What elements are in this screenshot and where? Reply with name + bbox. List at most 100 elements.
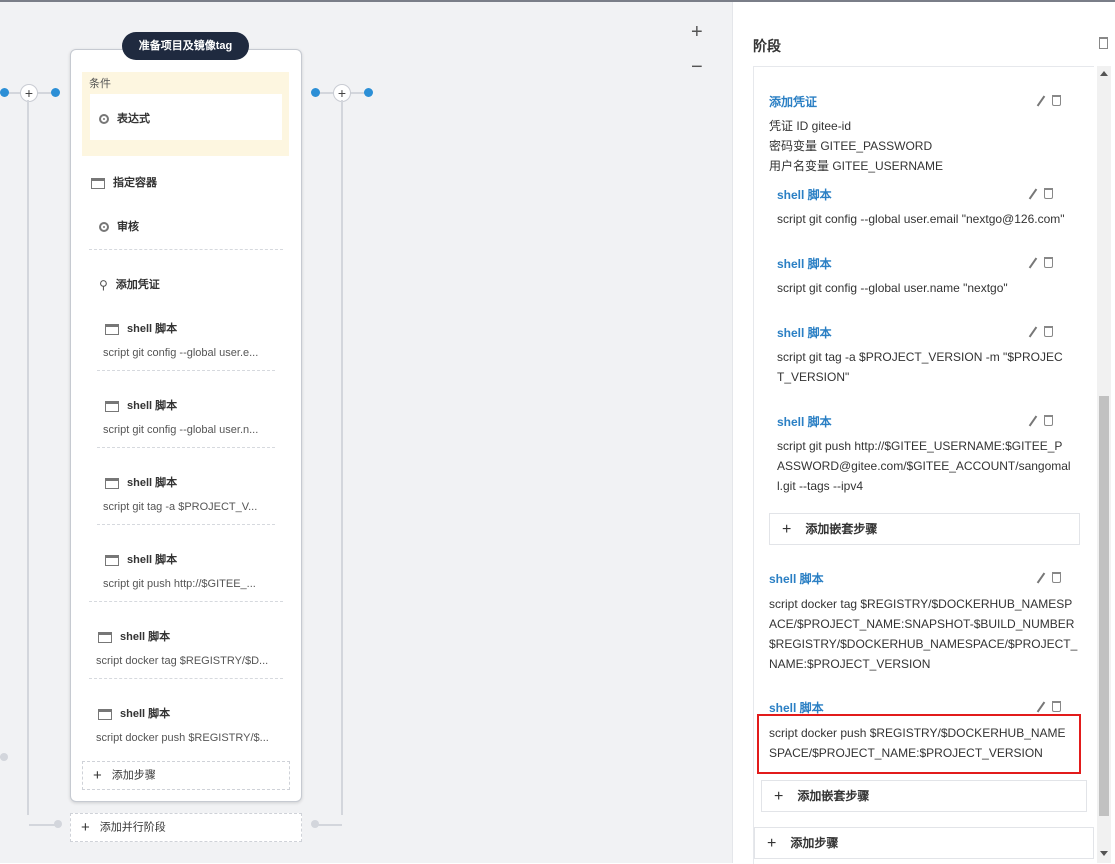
connector-dot	[364, 88, 373, 97]
nested-step-script: T_VERSION"	[777, 370, 850, 384]
nested-step-script: script git config --global user.email "n…	[777, 212, 1065, 226]
plus-icon: +	[782, 520, 792, 538]
plus-icon: +	[774, 787, 784, 805]
edit-icon[interactable]	[1028, 188, 1038, 200]
panel-scrollbar[interactable]	[1097, 66, 1111, 863]
delete-icon[interactable]	[1044, 257, 1053, 269]
step-script: $REGISTRY/$DOCKERHUB_NAMESPACE/$PROJECT_	[769, 637, 1078, 651]
add-step-button[interactable]: + 添加步骤	[82, 761, 290, 790]
container-step[interactable]: 指定容器	[91, 174, 157, 190]
zoom-in-button[interactable]: +	[691, 22, 703, 42]
terminal-icon	[98, 631, 112, 643]
delete-icon[interactable]	[1044, 188, 1053, 200]
divider	[89, 678, 283, 679]
edit-icon[interactable]	[1036, 572, 1046, 584]
connector-line	[316, 824, 342, 826]
nested-step-title[interactable]: shell 脚本	[777, 186, 832, 203]
credential-title[interactable]: 添加凭证	[769, 93, 817, 110]
container-step-label: 指定容器	[113, 177, 157, 189]
edit-icon[interactable]	[1028, 257, 1038, 269]
shell-step-script: script git push http://$GITEE_...	[103, 578, 256, 590]
add-nested-step-button[interactable]: + 添加嵌套步骤	[761, 780, 1087, 812]
add-stage-button[interactable]: +	[20, 84, 38, 102]
delete-stage-icon[interactable]	[1099, 37, 1108, 49]
step-tools	[1036, 699, 1061, 713]
step-tools	[1036, 570, 1061, 584]
delete-icon[interactable]	[1044, 326, 1053, 338]
zoom-out-button[interactable]: −	[691, 57, 703, 77]
credential-step[interactable]: ⚲ 添加凭证	[99, 276, 160, 292]
step-script: ACE/$PROJECT_NAME:SNAPSHOT-$BUILD_NUMBER	[769, 617, 1075, 631]
shell-step-script: script git config --global user.e...	[103, 347, 259, 359]
connector-dot	[54, 820, 62, 828]
nested-step-script: script git tag -a $PROJECT_VERSION -m "$…	[777, 350, 1063, 364]
review-step[interactable]: 审核	[99, 218, 139, 234]
delete-icon[interactable]	[1044, 415, 1053, 427]
condition-expression-item[interactable]: 表达式	[90, 94, 282, 140]
stage-card[interactable]: 条件 表达式 指定容器 审核 ⚲ 添加凭证 shell 脚本 script git…	[70, 49, 302, 802]
step-tools	[1028, 413, 1053, 427]
add-parallel-label: 添加并行阶段	[99, 821, 166, 834]
edit-icon[interactable]	[1036, 95, 1046, 107]
scroll-up-icon[interactable]	[1100, 71, 1108, 76]
shell-step-label: shell 脚本	[120, 708, 171, 720]
condition-item-label: 表达式	[117, 113, 150, 125]
shell-step-script: script git tag -a $PROJECT_V...	[103, 501, 258, 513]
shell-step-title[interactable]: shell 脚本	[105, 551, 177, 567]
shell-step-title[interactable]: shell 脚本	[98, 628, 170, 644]
shell-step-title[interactable]: shell 脚本	[105, 320, 177, 336]
add-nested-step-button[interactable]: + 添加嵌套步骤	[769, 513, 1080, 545]
plus-icon: +	[81, 819, 90, 836]
shell-step-label: shell 脚本	[127, 323, 178, 335]
terminal-icon	[105, 554, 119, 566]
shell-step-title[interactable]: shell 脚本	[98, 705, 170, 721]
shell-step-label: shell 脚本	[127, 554, 178, 566]
terminal-icon	[98, 708, 112, 720]
nested-step-title[interactable]: shell 脚本	[777, 324, 832, 341]
connector-line	[27, 100, 29, 815]
edit-icon[interactable]	[1028, 326, 1038, 338]
delete-icon[interactable]	[1052, 701, 1061, 713]
condition-section[interactable]: 条件 表达式	[82, 72, 289, 156]
step-tools	[1036, 93, 1061, 107]
step-tools	[1028, 186, 1053, 200]
divider	[97, 447, 275, 448]
shell-step-label: shell 脚本	[127, 477, 178, 489]
stage-title[interactable]: 准备项目及镜像tag	[122, 32, 249, 60]
scrollbar-thumb[interactable]	[1099, 396, 1109, 816]
add-parallel-stage-button[interactable]: + 添加并行阶段	[70, 813, 302, 842]
terminal-icon	[105, 400, 119, 412]
radio-icon	[99, 114, 109, 125]
step-tools	[1028, 255, 1053, 269]
plus-icon: +	[93, 767, 102, 784]
step-tools	[1028, 324, 1053, 338]
nested-step-title[interactable]: shell 脚本	[777, 413, 832, 430]
connector-dot	[0, 88, 9, 97]
key-icon: ⚲	[99, 278, 108, 293]
terminal-icon	[105, 477, 119, 489]
pipeline-canvas: + + + − 条件 表达式 指定容器 审核 ⚲ 添加凭证 shell 脚本 s…	[0, 0, 732, 863]
nested-step-script: ASSWORD@gitee.com/$GITEE_ACCOUNT/sangoma…	[777, 459, 1071, 473]
review-step-label: 审核	[117, 221, 139, 233]
credential-id: 凭证 ID gitee-id	[769, 119, 852, 133]
edit-icon[interactable]	[1028, 415, 1038, 427]
connector-dot	[51, 88, 60, 97]
highlight-box	[757, 714, 1081, 774]
shell-step-script: script git config --global user.n...	[103, 424, 259, 436]
nested-step-title[interactable]: shell 脚本	[777, 255, 832, 272]
shell-step-title[interactable]: shell 脚本	[105, 397, 177, 413]
delete-icon[interactable]	[1052, 572, 1061, 584]
add-step-label: 添加步骤	[790, 836, 839, 850]
add-nested-step-label: 添加嵌套步骤	[805, 522, 878, 536]
connector-dot	[0, 753, 8, 761]
edit-icon[interactable]	[1036, 701, 1046, 713]
add-step-label: 添加步骤	[111, 769, 156, 782]
shell-step-label: shell 脚本	[127, 400, 178, 412]
step-title[interactable]: shell 脚本	[769, 570, 824, 587]
scroll-down-icon[interactable]	[1100, 851, 1108, 856]
step-script: NAME:$PROJECT_VERSION	[769, 657, 931, 671]
nested-step-script: script git push http://$GITEE_USERNAME:$…	[777, 439, 1063, 453]
shell-step-title[interactable]: shell 脚本	[105, 474, 177, 490]
delete-icon[interactable]	[1052, 95, 1061, 107]
add-step-button[interactable]: + 添加步骤	[754, 827, 1094, 859]
